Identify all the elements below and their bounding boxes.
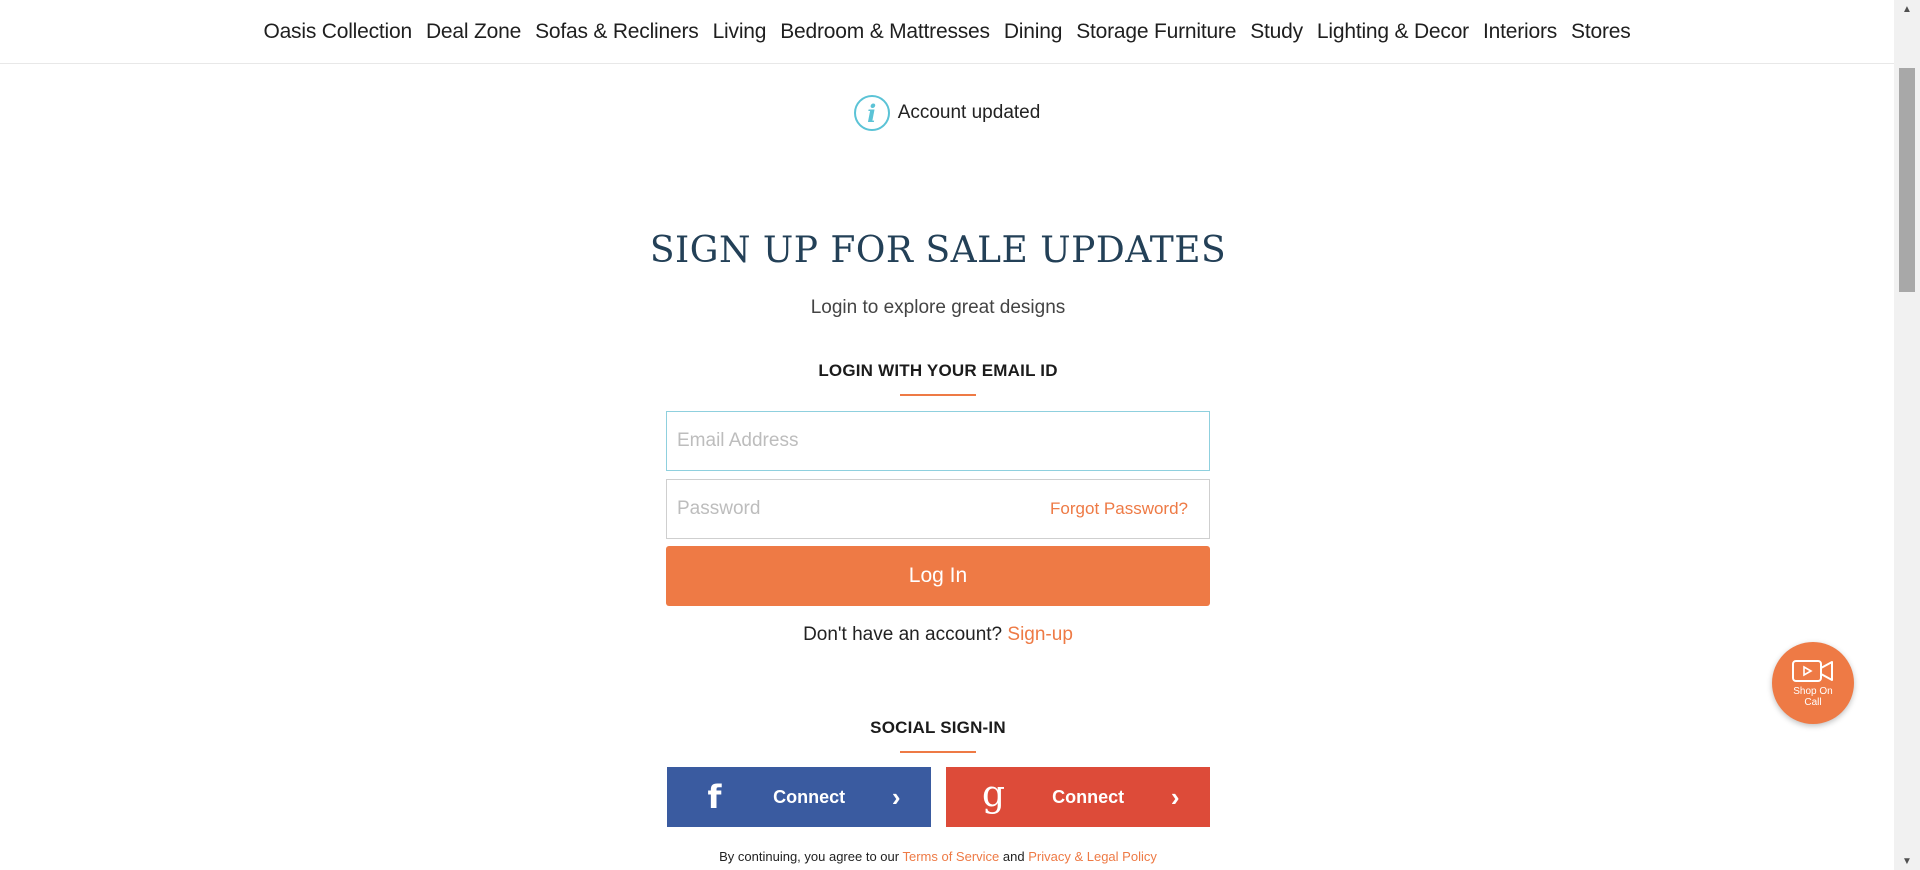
social-signin-heading: SOCIAL SIGN-IN (870, 718, 1006, 737)
terms-prefix: By continuing, you agree to our (719, 849, 900, 864)
top-navigation: Oasis Collection Deal Zone Sofas & Recline… (0, 0, 1894, 64)
google-connect-label: Connect (1052, 786, 1125, 807)
scrollbar-thumb[interactable] (1899, 68, 1915, 292)
page-subtitle: Login to explore great designs (810, 297, 1066, 318)
login-button[interactable]: Log In (666, 546, 1210, 606)
forgot-password-link[interactable]: Forgot Password? (1050, 499, 1188, 519)
scroll-up-arrow-icon[interactable]: ▲ (1894, 0, 1920, 18)
chevron-right-icon: › (1170, 781, 1180, 812)
info-icon: i (853, 95, 890, 131)
facebook-connect-label: Connect (773, 786, 846, 807)
nav-item-lighting-and-decor[interactable]: Lighting & Decor (1310, 20, 1476, 44)
terms-notice: By continuing, you agree to our Terms of… (719, 849, 1157, 864)
nav-item-oasis-collection[interactable]: Oasis Collection (256, 20, 419, 44)
account-updated-alert: i Account updated (0, 95, 1894, 131)
shop-on-call-label: Shop On Call (1793, 686, 1833, 708)
section-divider (900, 394, 976, 396)
alert-message: Account updated (897, 102, 1041, 123)
facebook-connect-button[interactable]: f Connect › (666, 767, 931, 827)
chevron-right-icon: › (891, 781, 901, 812)
scroll-down-arrow-icon[interactable]: ▼ (1894, 852, 1920, 870)
terms-and: and (1002, 849, 1025, 864)
nav-item-stores[interactable]: Stores (1564, 20, 1638, 44)
nav-item-interiors[interactable]: Interiors (1476, 20, 1564, 44)
terms-of-service-link[interactable]: Terms of Service (902, 849, 999, 864)
nav-item-living[interactable]: Living (706, 20, 774, 44)
nav-item-storage-furniture[interactable]: Storage Furniture (1069, 20, 1243, 44)
no-account-text: Don't have an account? (803, 624, 1003, 645)
email-field-wrapper (666, 411, 1210, 471)
video-camera-icon (1792, 660, 1833, 682)
nav-item-sofas-and-recliners[interactable]: Sofas & Recliners (528, 20, 706, 44)
password-field-wrapper: Forgot Password? (666, 479, 1210, 539)
nav-item-dining[interactable]: Dining (997, 20, 1069, 44)
login-panel: SIGN UP FOR SALE UPDATES Login to explor… (650, 230, 1226, 864)
signup-link[interactable]: Sign-up (1007, 624, 1073, 645)
privacy-policy-link[interactable]: Privacy & Legal Policy (1028, 849, 1157, 864)
nav-item-study[interactable]: Study (1243, 20, 1310, 44)
email-login-heading: LOGIN WITH YOUR EMAIL ID (818, 361, 1058, 380)
nav-menu: Oasis Collection Deal Zone Sofas & Recline… (256, 20, 1637, 44)
google-connect-button[interactable]: g Connect › (945, 767, 1210, 827)
shop-on-call-button[interactable]: Shop On Call (1772, 642, 1854, 724)
nav-item-deal-zone[interactable]: Deal Zone (419, 20, 528, 44)
signup-prompt: Don't have an account? Sign-up (803, 624, 1073, 646)
social-buttons: f Connect › g Connect › (666, 767, 1210, 827)
google-icon: g (981, 773, 1006, 815)
section-divider (900, 751, 976, 753)
page-title: SIGN UP FOR SALE UPDATES (649, 230, 1227, 271)
email-input[interactable] (677, 412, 1199, 470)
nav-item-bedroom-and-mattresses[interactable]: Bedroom & Mattresses (773, 20, 997, 44)
vertical-scrollbar[interactable]: ▲ ▼ (1894, 0, 1920, 870)
facebook-icon: f (707, 778, 722, 816)
